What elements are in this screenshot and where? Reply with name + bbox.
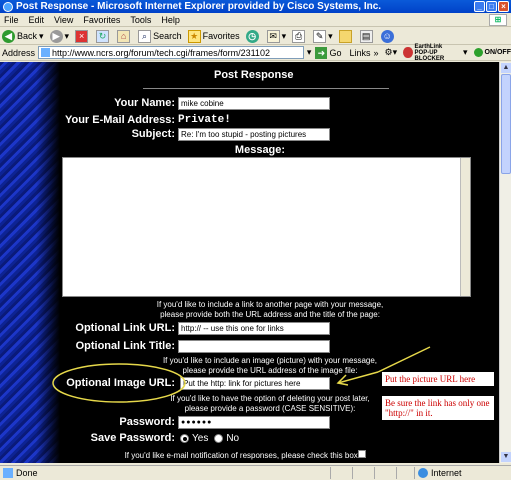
home-button[interactable]: ⌂	[117, 29, 132, 43]
chevron-down-icon: ▾	[39, 30, 44, 41]
address-url: http://www.ncrs.org/forum/tech.cgi/frame…	[52, 47, 270, 58]
search-icon: ⌕	[138, 29, 152, 43]
stop-button[interactable]: ×	[75, 29, 90, 43]
title-bar: Post Response - Microsoft Internet Explo…	[0, 0, 511, 13]
address-input[interactable]: http://www.ncrs.org/forum/tech.cgi/frame…	[38, 46, 304, 59]
menu-tools[interactable]: Tools	[130, 15, 151, 25]
earthlink-subtitle: POP-UP BLOCKER	[414, 49, 445, 62]
refresh-button[interactable]: ↻	[96, 29, 111, 43]
status-divider	[396, 467, 397, 479]
back-arrow-icon: ◀	[2, 29, 15, 43]
mail-icon: ✉	[266, 29, 280, 43]
annotation-note-2: Be sure the link has only one "http://" …	[382, 396, 494, 420]
onoff-toggle[interactable]: ON/OFF	[473, 48, 511, 57]
menu-bar: File Edit View Favorites Tools Help ⊞	[0, 13, 511, 27]
status-divider	[374, 467, 375, 479]
page-content: Post Response Your Name: mike cobine You…	[0, 62, 499, 463]
globe-icon	[418, 468, 428, 478]
address-label: Address	[2, 47, 36, 58]
back-button[interactable]: ◀ Back ▾	[2, 29, 44, 43]
onoff-label: ON/OFF	[484, 49, 511, 56]
go-arrow-icon: ➜	[315, 46, 328, 59]
star-icon: ★	[187, 29, 201, 43]
window-title: Post Response - Microsoft Internet Explo…	[16, 1, 382, 12]
refresh-icon: ↻	[96, 29, 110, 43]
search-label: Search	[153, 31, 182, 41]
stop-icon: ×	[75, 29, 89, 43]
maximize-button[interactable]: □	[486, 1, 497, 12]
chevron-down-icon: ▾	[328, 30, 333, 41]
status-bar: Done Internet	[0, 465, 511, 480]
search-button[interactable]: ⌕ Search	[138, 29, 182, 43]
chevron-down-icon[interactable]: ▾	[393, 47, 398, 58]
toolbar: ◀ Back ▾ ▶ ▾ × ↻ ⌂ ⌕ Search ★ Favorites …	[0, 28, 511, 45]
menu-edit[interactable]: Edit	[29, 15, 45, 25]
chevron-down-icon: ▾	[281, 30, 287, 41]
window-controls: _ □ ×	[474, 1, 509, 12]
folder-button[interactable]	[338, 29, 354, 43]
go-label: Go	[329, 47, 342, 58]
print-icon: ⎙	[292, 29, 306, 43]
chevron-down-icon[interactable]: ▾	[463, 47, 468, 58]
discuss-button[interactable]: ▤	[359, 29, 375, 43]
scroll-up-icon[interactable]: ▲	[501, 63, 511, 73]
print-button[interactable]: ⎙	[292, 29, 307, 43]
status-text: Done	[16, 468, 38, 478]
forward-button[interactable]: ▶ ▾	[49, 29, 70, 43]
menu-help[interactable]: Help	[161, 15, 180, 25]
favorites-button[interactable]: ★ Favorites	[187, 29, 240, 43]
earthlink-icon	[403, 47, 413, 58]
page-icon	[41, 48, 51, 57]
ie-icon	[3, 1, 13, 12]
power-icon	[473, 48, 483, 57]
folder-icon	[338, 29, 352, 43]
history-button[interactable]: ◷	[245, 29, 261, 43]
page-scrollbar[interactable]: ▲ ▼	[499, 62, 511, 463]
favorites-label: Favorites	[202, 31, 240, 41]
page-done-icon	[3, 468, 13, 478]
chevron-down-icon[interactable]: ▾	[307, 47, 312, 58]
menu-favorites[interactable]: Favorites	[83, 15, 120, 25]
address-bar: Address http://www.ncrs.org/forum/tech.c…	[0, 44, 511, 62]
status-divider	[352, 467, 353, 479]
minimize-button[interactable]: _	[474, 1, 485, 12]
home-icon: ⌂	[117, 29, 131, 43]
status-divider	[414, 467, 415, 479]
zone-label: Internet	[431, 468, 462, 478]
annotation-note-1: Put the picture URL here	[382, 372, 494, 386]
status-divider	[330, 467, 331, 479]
links-button[interactable]: Links	[349, 48, 370, 58]
close-button[interactable]: ×	[498, 1, 509, 12]
history-icon: ◷	[245, 29, 259, 43]
forward-arrow-icon: ▶	[49, 29, 63, 43]
edit-button[interactable]: ✎ ▾	[313, 29, 333, 43]
security-zone: Internet	[418, 468, 462, 478]
scroll-thumb[interactable]	[501, 74, 511, 174]
go-button[interactable]: ➜ Go	[315, 46, 342, 59]
chevron-down-icon: ▾	[64, 30, 70, 41]
settings-icon[interactable]: ⚙	[384, 47, 392, 58]
mail-button[interactable]: ✉ ▾	[266, 29, 287, 43]
back-label: Back	[17, 31, 38, 41]
annotation-arrow-tail	[377, 346, 431, 373]
menu-file[interactable]: File	[4, 15, 19, 25]
messenger-button[interactable]: ☺	[380, 29, 396, 43]
highlight-oval	[52, 363, 186, 403]
chevron-right-icon[interactable]: »	[373, 48, 378, 58]
scroll-down-icon[interactable]: ▼	[501, 452, 511, 462]
messenger-icon: ☺	[380, 29, 394, 43]
earthlink-popup-blocker[interactable]: EarthLink POP-UP BLOCKER	[403, 44, 461, 62]
windows-logo-icon: ⊞	[489, 14, 507, 26]
edit-icon: ✎	[313, 29, 327, 43]
discuss-icon: ▤	[359, 29, 373, 43]
menu-view[interactable]: View	[54, 15, 73, 25]
